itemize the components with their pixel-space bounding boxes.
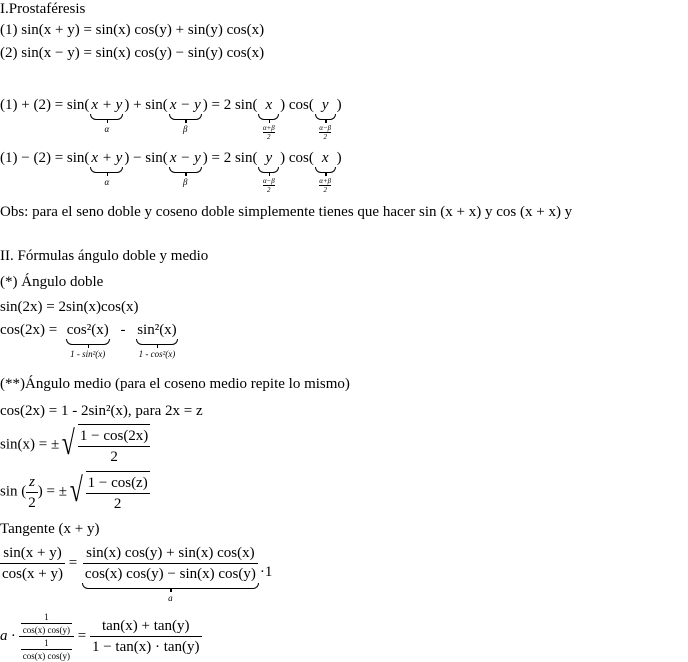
equation-2: (2) sin(x − y) = sin(x) cos(y) − sin(y) … (0, 45, 265, 61)
underbrace-half-diff: y α−β 2 (257, 149, 280, 194)
equation-1: (1) sin(x + y) = sin(x) cos(y) + sin(y) … (0, 22, 265, 38)
underbrace-sin-squared: sin²(x) 1 - cos²(x) (136, 322, 178, 359)
underbrace-a: sin(x) cos(y) + sin(x) cos(x) cos(x) cos(… (81, 544, 260, 603)
tangent-step-2: a · 1 cos(x) cos(y) 1 cos(x) cos(y) = tan(x… (0, 612, 202, 661)
section2-title: II. Fórmulas ángulo doble y medio (0, 248, 209, 264)
tangent-title: Tangente (x + y) (0, 521, 100, 537)
tangent-step-1: sin(x + y) cos(x + y) = sin(x) cos(y) + s… (0, 544, 273, 603)
section1-title: I.Prostaféresis (0, 1, 86, 17)
half-angle-title: (**)Ángulo medio (para el coseno medio r… (0, 376, 350, 392)
square-root: √ 1 − cos(2x) 2 (61, 424, 151, 465)
cos-double-formula: cos(2x) = cos²(x) 1 - sin²(x) - sin²(x) 1 … (0, 322, 178, 359)
underbrace-half-sum: x α+β 2 (257, 96, 280, 141)
document-page: I.Prostaféresis (1) sin(x + y) = sin(x) … (0, 0, 688, 662)
underbrace-half-sum: x α+β 2 (314, 149, 337, 194)
underbrace-beta: x − yβ (168, 150, 202, 187)
underbrace-half-diff: y α−β 2 (314, 96, 337, 141)
sum-equation: (1) + (2) = sin(x + y α) + sin(x − y β) = … (0, 96, 342, 141)
underbrace-alpha: x + yα (90, 150, 124, 187)
observation-text: Obs: para el seno doble y coseno doble s… (0, 204, 573, 220)
square-root: √ 1 − cos(z) 2 (69, 471, 150, 512)
sin-double-formula: sin(2x) = 2sin(x)cos(x) (0, 299, 139, 315)
difference-equation: (1) − (2) = sin(x + y α) − sin(x − y β) = … (0, 149, 342, 194)
sin-z-half-formula: sin (z 2) = ± √ 1 − cos(z) 2 (0, 471, 150, 512)
underbrace-beta: x − yβ (168, 97, 202, 134)
cos-double-alt: cos(2x) = 1 - 2sin²(x), para 2x = z (0, 403, 203, 419)
underbrace-alpha: x + yα (90, 97, 124, 134)
underbrace-cos-squared: cos²(x) 1 - sin²(x) (65, 322, 110, 359)
sin-half-formula: sin(x) = ± √ 1 − cos(2x) 2 (0, 424, 151, 465)
double-angle-title: (*) Ángulo doble (0, 274, 104, 290)
